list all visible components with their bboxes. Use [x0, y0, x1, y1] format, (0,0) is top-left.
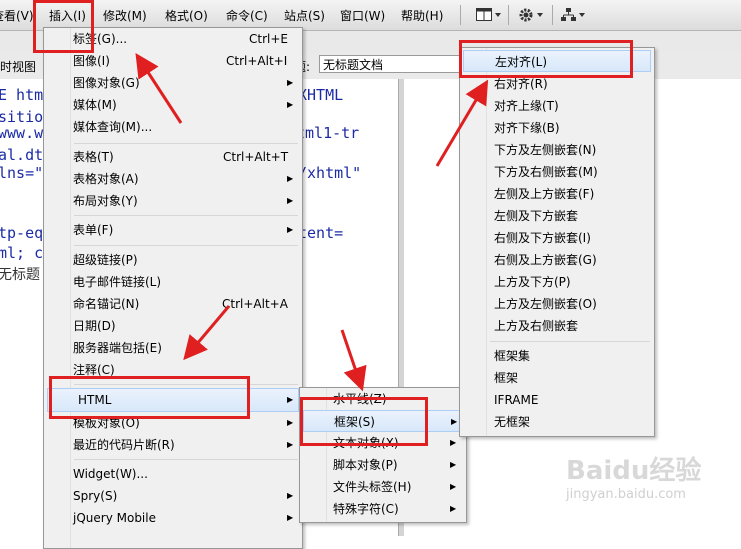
- arrow-icon: [183, 305, 231, 361]
- arrow-icon: [135, 52, 183, 124]
- arrow-icon: [435, 79, 489, 167]
- baidu-watermark-logo: Baidu经验 jingyan.baidu.com: [566, 450, 701, 502]
- arrow-icon: [340, 329, 367, 392]
- watermark-brand: Baidu经验: [566, 456, 702, 486]
- watermark-url: jingyan.baidu.com: [566, 487, 686, 502]
